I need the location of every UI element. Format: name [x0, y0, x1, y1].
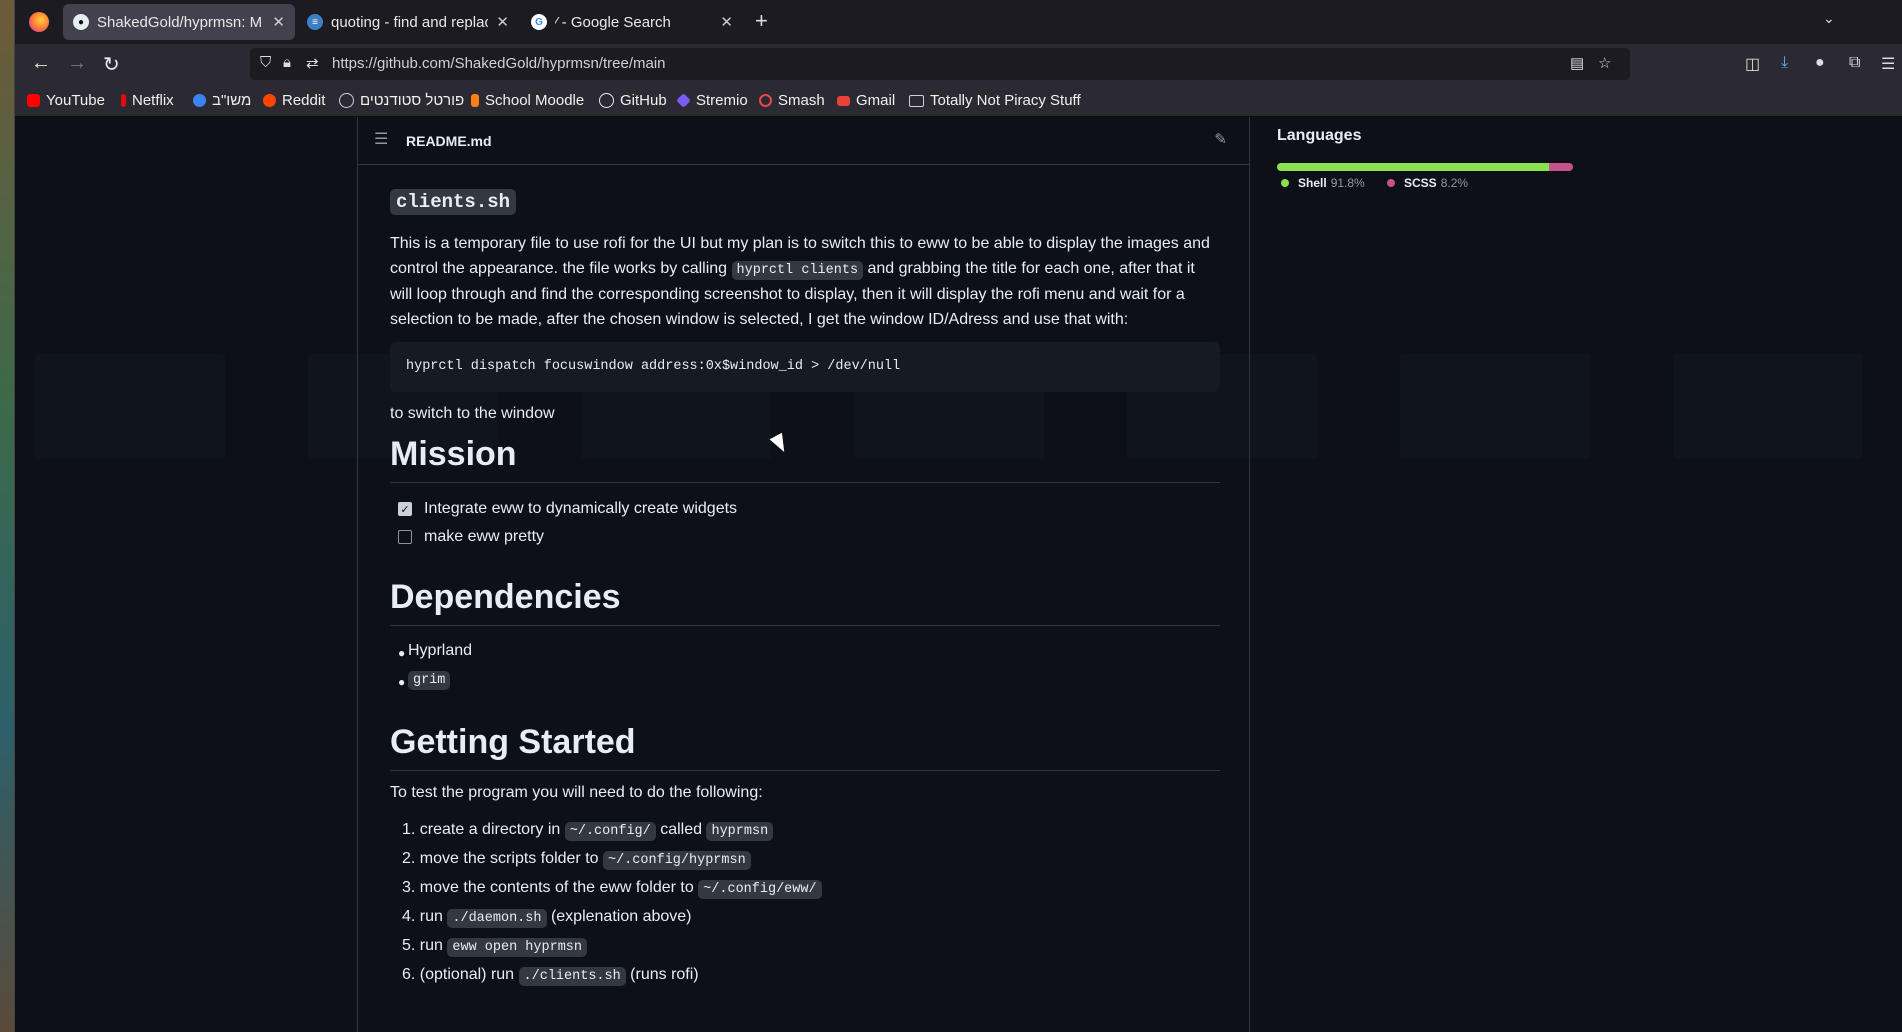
bullet-icon: ● — [398, 646, 406, 660]
readme-filename[interactable]: README.md — [406, 133, 492, 149]
checkbox-unchecked[interactable] — [398, 530, 412, 544]
bookmark-stremio[interactable]: Stremio — [676, 92, 748, 109]
new-tab-button[interactable]: + — [755, 8, 768, 34]
bookmark-star-icon[interactable]: ☆ — [1598, 54, 1611, 72]
bookmark-netflix[interactable]: Netflix — [121, 92, 174, 109]
step-item: 5. run eww open hyprmsn — [402, 937, 587, 957]
step-item: 4. run ./daemon.sh (explenation above) — [402, 908, 692, 928]
mashov-icon — [193, 94, 206, 107]
checkbox-checked[interactable]: ✓ — [398, 502, 412, 516]
readme-header: ☰ README.md ✎ — [358, 117, 1249, 165]
account-avatar-icon[interactable]: ● — [1815, 54, 1825, 72]
downloads-icon[interactable]: ⤓ — [1781, 54, 1788, 72]
background-thumbnail — [1673, 354, 1863, 459]
getting-started-intro: To test the program you will need to do … — [390, 784, 763, 801]
languages-bar — [1277, 163, 1573, 171]
reddit-icon — [263, 94, 276, 107]
bookmark-youtube[interactable]: YouTube — [27, 92, 105, 109]
bookmark-school-moodle[interactable]: School Moodle — [471, 92, 584, 109]
language-scss[interactable]: SCSS 8.2% — [1387, 176, 1468, 190]
browser-window: ● ShakedGold/hyprmsn: M ✕ ≡ quoting - fi… — [14, 0, 1902, 1032]
heading-dependencies: Dependencies — [390, 578, 1220, 626]
language-segment-scss — [1548, 163, 1573, 171]
youtube-icon — [27, 94, 40, 107]
step-item: 3. move the contents of the eww folder t… — [402, 879, 822, 899]
heading-getting-started: Getting Started — [390, 723, 1220, 771]
gmail-icon — [837, 95, 850, 106]
url-bar[interactable]: ⛉ 🔒︎ ⇄ https://github.com/ShakedGold/hyp… — [250, 48, 1630, 80]
bullet-icon: ● — [398, 675, 406, 689]
close-tab-icon[interactable]: ✕ — [720, 13, 733, 31]
step-item: 6. (optional) run ./clients.sh (runs rof… — [402, 966, 699, 986]
tab-google-search[interactable]: G ⁄ - Google Search ✕ — [521, 4, 743, 40]
back-arrow-icon[interactable]: ← — [31, 52, 51, 75]
clients-description: This is a temporary file to use rofi for… — [390, 235, 1210, 328]
task-item: make eww pretty — [398, 528, 544, 546]
stremio-icon — [676, 93, 691, 108]
forward-arrow-icon[interactable]: → — [67, 52, 87, 75]
bookmark-student-portal[interactable]: פורטל סטודנטים — [339, 92, 464, 109]
tab-bar: ● ShakedGold/hyprmsn: M ✕ ≡ quoting - fi… — [15, 0, 1902, 44]
permissions-icon[interactable]: ⇄ — [306, 54, 319, 72]
pocket-icon[interactable]: ◫ — [1745, 54, 1760, 74]
step-item: 1. create a directory in ~/.config/ call… — [402, 821, 774, 841]
heading-mission: Mission — [390, 435, 1220, 483]
github-icon: ● — [73, 14, 89, 30]
github-icon — [599, 93, 614, 108]
bookmark-reddit[interactable]: Reddit — [263, 92, 325, 109]
list-all-tabs-chevron-icon[interactable]: ⌄ — [1823, 10, 1835, 27]
close-tab-icon[interactable]: ✕ — [496, 13, 509, 31]
moodle-icon — [471, 94, 479, 107]
dependency-item: grim — [408, 670, 451, 690]
background-thumbnail — [35, 354, 225, 459]
netflix-icon — [121, 94, 126, 107]
step-item: 2. move the scripts folder to ~/.config/… — [402, 850, 751, 870]
tab-github-repo[interactable]: ● ShakedGold/hyprmsn: M ✕ — [63, 4, 295, 40]
bookmark-github[interactable]: GitHub — [599, 92, 667, 109]
language-shell[interactable]: Shell 91.8% — [1281, 176, 1365, 190]
dependency-item: Hyprland — [408, 642, 473, 659]
language-segment-shell — [1277, 163, 1549, 171]
section-title-clients-sh: clients.sh — [390, 189, 517, 215]
languages-heading: Languages — [1277, 127, 1362, 144]
hamburger-menu-icon[interactable]: ☰ — [1881, 54, 1895, 74]
extensions-puzzle-icon[interactable]: ⧉ — [1849, 54, 1860, 72]
readme-panel: ☰ README.md ✎ clients.sh This is a tempo… — [357, 117, 1250, 1032]
reload-icon[interactable]: ↻ — [103, 52, 120, 77]
close-tab-icon[interactable]: ✕ — [272, 13, 285, 31]
tab-quoting[interactable]: ≡ quoting - find and replace ✕ — [297, 4, 519, 40]
outline-list-icon[interactable]: ☰ — [374, 129, 388, 149]
language-dot-icon — [1387, 179, 1395, 187]
background-thumbnail — [1400, 354, 1590, 459]
folder-icon — [909, 94, 924, 107]
bookmark-folder-piracy[interactable]: Totally Not Piracy Stuff — [909, 92, 1081, 109]
language-dot-icon — [1281, 179, 1289, 187]
reader-view-icon[interactable]: ▤ — [1570, 54, 1584, 72]
lock-icon[interactable]: 🔒︎ — [283, 54, 291, 71]
github-page: ☰ README.md ✎ clients.sh This is a tempo… — [15, 117, 1902, 1032]
bookmarks-toolbar: YouTube Netflix משו"ב Reddit פורטל סטודנ… — [15, 84, 1902, 117]
navigation-toolbar: ← → ↻ ⛉ 🔒︎ ⇄ https://github.com/ShakedGo… — [15, 44, 1902, 84]
stackexchange-icon: ≡ — [307, 14, 323, 30]
firefox-menu-icon[interactable] — [29, 12, 49, 32]
bookmark-mashov[interactable]: משו"ב — [193, 92, 251, 109]
bookmark-gmail[interactable]: Gmail — [837, 92, 895, 109]
task-item: ✓ Integrate eww to dynamically create wi… — [398, 500, 737, 518]
tracking-shield-icon[interactable]: ⛉ — [260, 54, 271, 71]
desktop-wallpaper-strip — [0, 0, 14, 1032]
url-text[interactable]: https://github.com/ShakedGold/hyprmsn/tr… — [332, 55, 666, 72]
edit-pencil-icon[interactable]: ✎ — [1214, 130, 1227, 148]
bookmark-smash[interactable]: Smash — [759, 92, 825, 109]
switch-window-text: to switch to the window — [390, 405, 555, 422]
code-block[interactable]: hyprctl dispatch focuswindow address:0x$… — [390, 342, 1220, 392]
google-icon: G — [531, 14, 547, 30]
globe-icon — [339, 93, 354, 108]
smash-icon — [759, 94, 772, 107]
